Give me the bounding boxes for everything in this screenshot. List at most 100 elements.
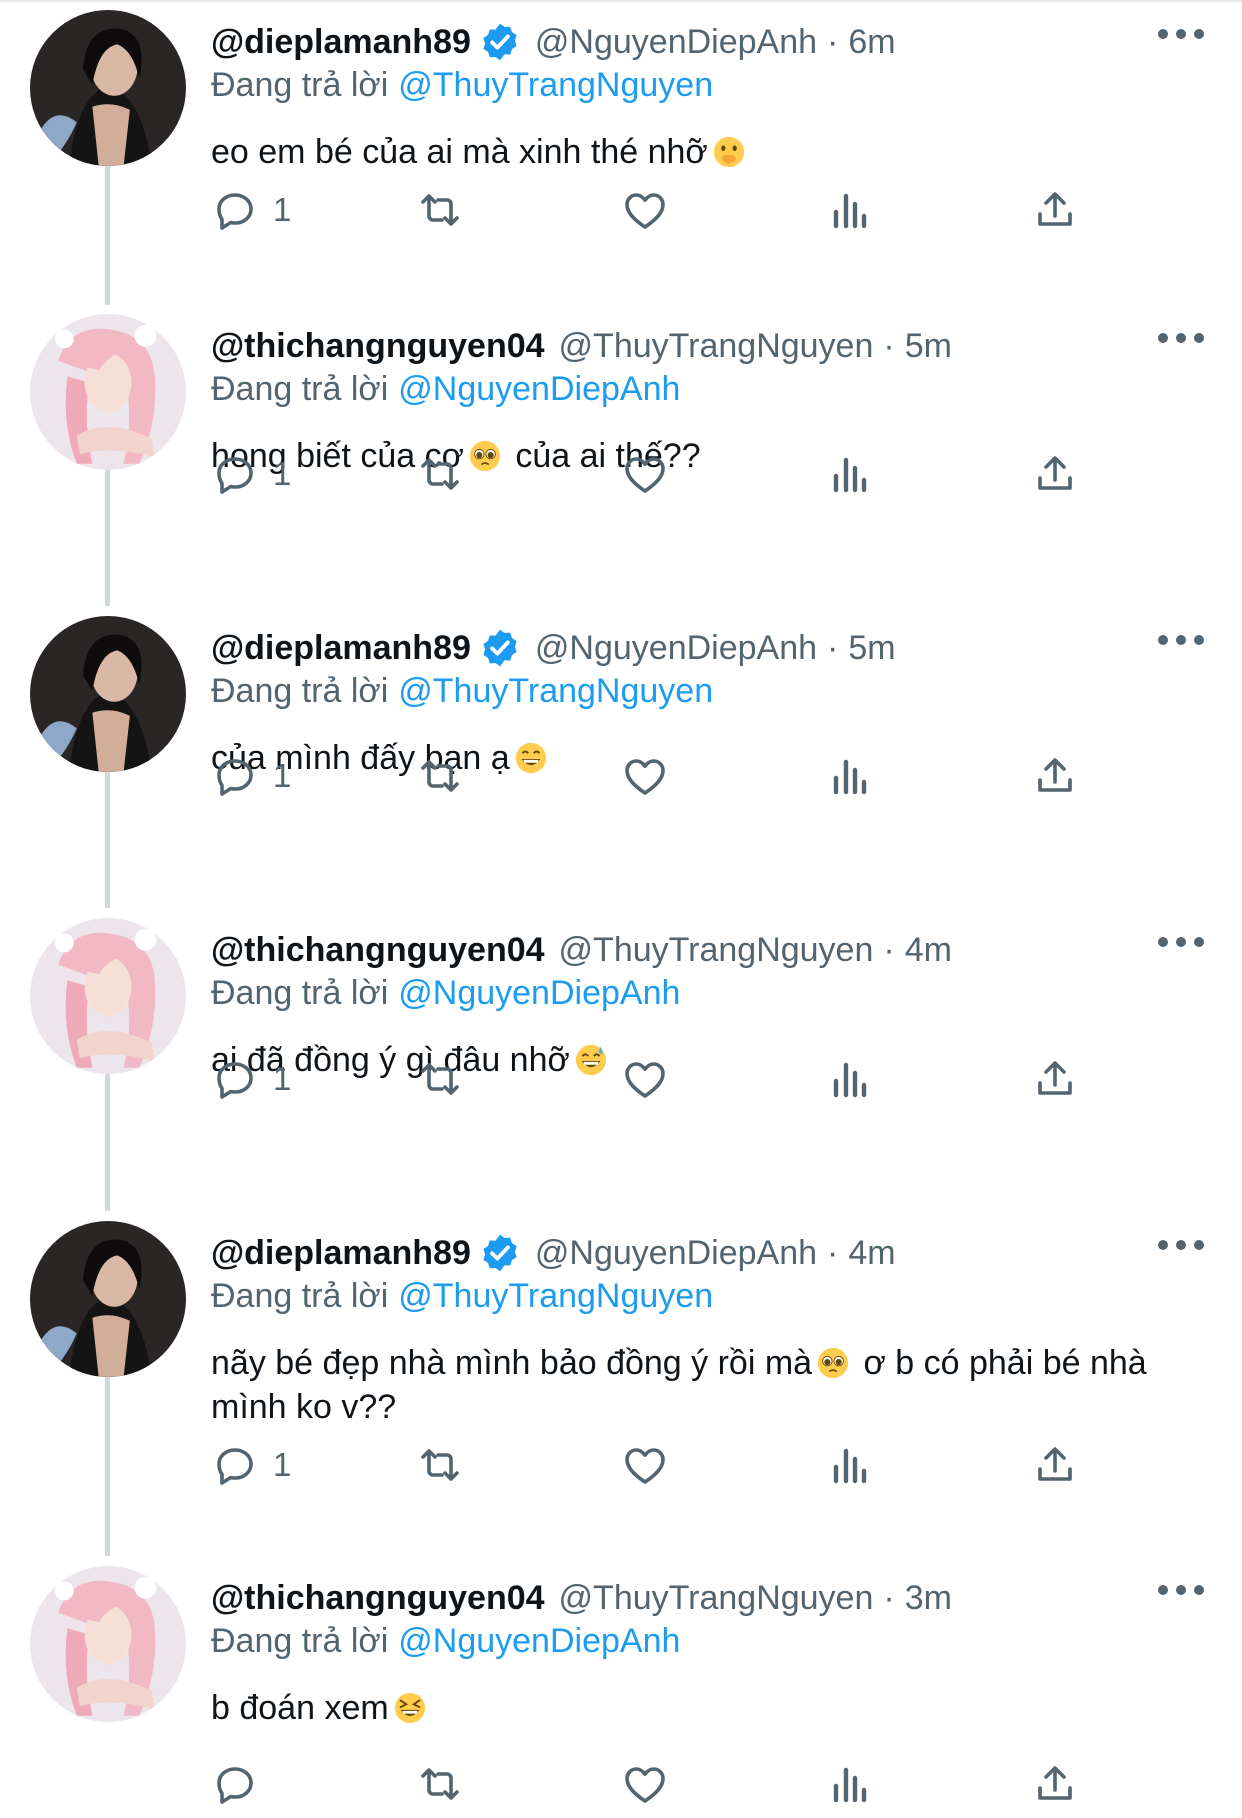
like-button[interactable] bbox=[621, 1051, 669, 1107]
more-options-icon[interactable] bbox=[1158, 22, 1204, 46]
share-button[interactable] bbox=[1031, 1051, 1079, 1107]
tweet[interactable]: @dieplamanh89 @NguyenDiepAnh · 6m Đang t… bbox=[0, 0, 1242, 305]
reply-button[interactable]: 1 bbox=[211, 1051, 291, 1107]
timestamp[interactable]: 5m bbox=[905, 327, 952, 366]
hand-over-mouth-emoji bbox=[713, 136, 744, 168]
avatar-dieplamanh89[interactable] bbox=[30, 10, 186, 166]
action-bar bbox=[211, 1756, 1111, 1812]
heart-icon bbox=[625, 1062, 665, 1098]
replying-to-line: Đang trả lời @NguyenDiepAnh bbox=[211, 370, 680, 409]
reply-button[interactable]: 1 bbox=[211, 1437, 291, 1493]
tweet-text-part: eo em bé của ai mà xinh thé nhỡ bbox=[211, 133, 708, 171]
display-name[interactable]: @dieplamanh89 bbox=[211, 1234, 471, 1273]
share-icon bbox=[1038, 758, 1072, 792]
separator-dot: · bbox=[883, 1578, 895, 1617]
more-options-icon[interactable] bbox=[1158, 1578, 1204, 1602]
views-button[interactable] bbox=[826, 1437, 874, 1493]
reply-count: 1 bbox=[273, 757, 292, 794]
display-name[interactable]: @thichangnguyen04 bbox=[211, 1579, 545, 1618]
timestamp[interactable]: 3m bbox=[905, 1579, 952, 1618]
views-button[interactable] bbox=[826, 748, 874, 804]
timestamp[interactable]: 4m bbox=[905, 931, 952, 970]
replying-to-mention[interactable]: @NguyenDiepAnh bbox=[398, 974, 680, 1012]
replying-to-mention[interactable]: @ThuyTrangNguyen bbox=[398, 66, 713, 104]
views-button[interactable] bbox=[826, 1051, 874, 1107]
retweet-button[interactable] bbox=[416, 182, 464, 238]
reply-count: 1 bbox=[273, 191, 292, 228]
share-button[interactable] bbox=[1031, 748, 1079, 804]
reply-button[interactable]: 1 bbox=[211, 182, 291, 238]
display-name[interactable]: @thichangnguyen04 bbox=[211, 931, 545, 970]
avatar-thichangnguyen04[interactable] bbox=[30, 918, 186, 1074]
handle[interactable]: @NguyenDiepAnh bbox=[535, 1234, 817, 1273]
replying-to-mention[interactable]: @ThuyTrangNguyen bbox=[398, 672, 713, 710]
handle[interactable]: @NguyenDiepAnh bbox=[535, 23, 817, 62]
analytics-icon bbox=[833, 1767, 867, 1803]
reply-icon bbox=[217, 1062, 253, 1099]
tweet[interactable]: @thichangnguyen04 @ThuyTrangNguyen · 4m … bbox=[0, 908, 1242, 1211]
like-button[interactable] bbox=[621, 748, 669, 804]
display-name[interactable]: @dieplamanh89 bbox=[211, 629, 471, 668]
reply-icon bbox=[217, 759, 253, 796]
share-button[interactable] bbox=[1031, 446, 1079, 502]
like-button[interactable] bbox=[621, 1437, 669, 1493]
share-button[interactable] bbox=[1031, 1437, 1079, 1493]
reply-button[interactable] bbox=[211, 1756, 273, 1812]
reply-icon bbox=[217, 457, 253, 494]
separator-dot: · bbox=[883, 326, 895, 365]
display-name[interactable]: @thichangnguyen04 bbox=[211, 327, 545, 366]
like-button[interactable] bbox=[621, 1756, 669, 1812]
tweet[interactable]: @thichangnguyen04 @ThuyTrangNguyen · 5m … bbox=[0, 304, 1242, 606]
retweet-button[interactable] bbox=[416, 1051, 464, 1107]
share-icon bbox=[1038, 1061, 1072, 1095]
timestamp[interactable]: 4m bbox=[848, 1234, 895, 1273]
retweet-button[interactable] bbox=[416, 1756, 464, 1812]
views-button[interactable] bbox=[826, 182, 874, 238]
share-button[interactable] bbox=[1031, 182, 1079, 238]
more-options-icon[interactable] bbox=[1158, 326, 1204, 350]
tweet[interactable]: @dieplamanh89 @NguyenDiepAnh · 4m Đang t… bbox=[0, 1211, 1242, 1556]
avatar-dieplamanh89[interactable] bbox=[30, 616, 186, 772]
replying-to-mention[interactable]: @NguyenDiepAnh bbox=[398, 370, 680, 408]
like-button[interactable] bbox=[621, 182, 669, 238]
thread-connector bbox=[105, 166, 110, 305]
more-options-icon[interactable] bbox=[1158, 628, 1204, 652]
laughing-squint-emoji bbox=[394, 1692, 425, 1724]
timestamp[interactable]: 6m bbox=[848, 23, 895, 62]
retweet-button[interactable] bbox=[416, 1437, 464, 1493]
reply-button[interactable]: 1 bbox=[211, 748, 291, 804]
views-button[interactable] bbox=[826, 446, 874, 502]
avatar-thichangnguyen04[interactable] bbox=[30, 314, 186, 470]
retweet-button[interactable] bbox=[416, 748, 464, 804]
handle[interactable]: @ThuyTrangNguyen bbox=[559, 327, 874, 366]
retweet-button[interactable] bbox=[416, 446, 464, 502]
retweet-icon bbox=[421, 760, 459, 792]
handle[interactable]: @ThuyTrangNguyen bbox=[559, 931, 874, 970]
tweet-header: @thichangnguyen04 @ThuyTrangNguyen · 5m bbox=[211, 324, 1202, 368]
replying-to-line: Đang trả lời @ThuyTrangNguyen bbox=[211, 66, 713, 105]
avatar-dieplamanh89[interactable] bbox=[30, 1221, 186, 1377]
display-name[interactable]: @dieplamanh89 bbox=[211, 23, 471, 62]
timestamp[interactable]: 5m bbox=[848, 629, 895, 668]
more-options-icon[interactable] bbox=[1158, 930, 1204, 954]
replying-to-line: Đang trả lời @ThuyTrangNguyen bbox=[211, 1277, 713, 1316]
like-button[interactable] bbox=[621, 446, 669, 502]
tweet[interactable]: @dieplamanh89 @NguyenDiepAnh · 5m Đang t… bbox=[0, 606, 1242, 908]
tweet-header: @dieplamanh89 @NguyenDiepAnh · 6m bbox=[211, 20, 1202, 64]
avatar-thichangnguyen04[interactable] bbox=[30, 1566, 186, 1722]
reply-button[interactable]: 1 bbox=[211, 446, 291, 502]
thread-connector bbox=[105, 1074, 110, 1211]
replying-to-mention[interactable]: @NguyenDiepAnh bbox=[398, 1622, 680, 1660]
replying-to-mention[interactable]: @ThuyTrangNguyen bbox=[398, 1277, 713, 1315]
reply-count: 1 bbox=[273, 1060, 292, 1097]
reply-icon bbox=[217, 193, 253, 230]
reply-icon bbox=[217, 1448, 253, 1485]
share-button[interactable] bbox=[1031, 1756, 1079, 1812]
handle[interactable]: @NguyenDiepAnh bbox=[535, 629, 817, 668]
tweet[interactable]: @thichangnguyen04 @ThuyTrangNguyen · 3m … bbox=[0, 1556, 1242, 1818]
replying-to-line: Đang trả lời @NguyenDiepAnh bbox=[211, 1622, 680, 1661]
more-options-icon[interactable] bbox=[1158, 1233, 1204, 1257]
views-button[interactable] bbox=[826, 1756, 874, 1812]
handle[interactable]: @ThuyTrangNguyen bbox=[559, 1579, 874, 1618]
tweet-text-part: b đoán xem bbox=[211, 1689, 389, 1727]
